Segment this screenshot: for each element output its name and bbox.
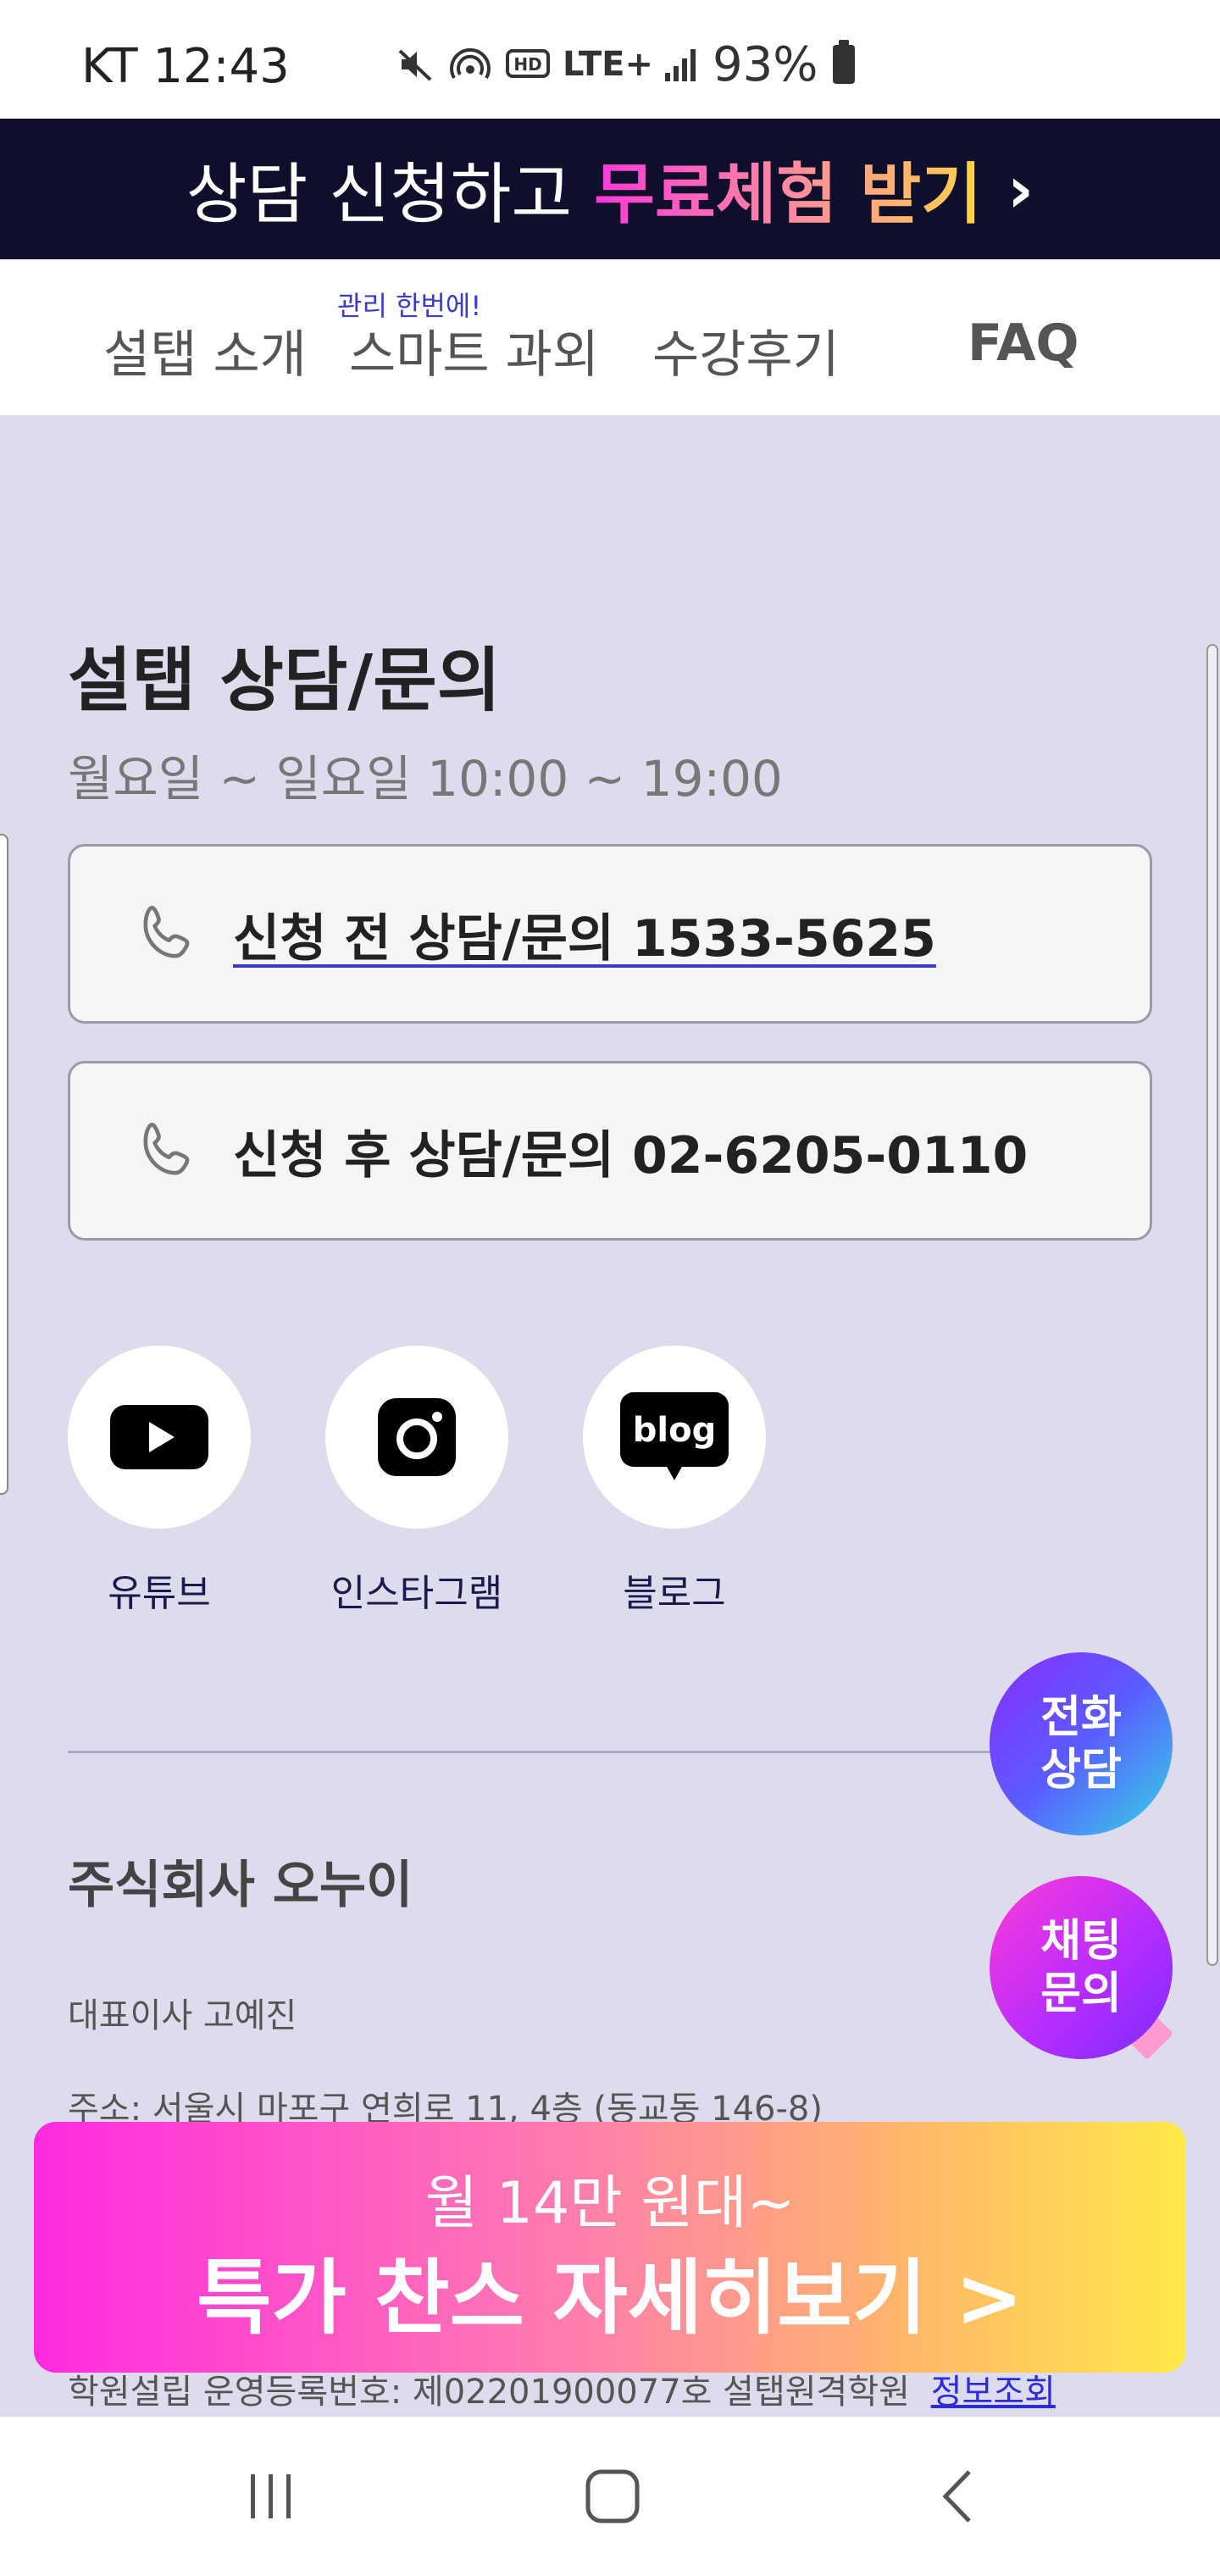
promo-price: 월 14만 원대~ xyxy=(424,2170,796,2237)
consult-hours: 월요일 ~ 일요일 10:00 ~ 19:00 xyxy=(68,750,783,808)
svg-text:blog: blog xyxy=(633,1411,716,1450)
mute-icon xyxy=(398,49,432,81)
nav-item-intro[interactable]: 설탭 소개 xyxy=(103,314,307,387)
phone-before-button[interactable]: 신청 전 상담/문의 1533-5625 xyxy=(68,844,1152,1024)
home-button[interactable] xyxy=(583,2462,642,2530)
call-consult-button[interactable]: 전화 상담 xyxy=(990,1652,1173,1835)
battery-level: 93% xyxy=(713,36,818,92)
blog-icon: blog xyxy=(620,1392,729,1480)
scrollbar[interactable] xyxy=(1206,644,1218,1966)
instagram-circle xyxy=(325,1346,508,1529)
blog-label: 블로그 xyxy=(623,1572,726,1615)
network-type: LTE+ xyxy=(563,45,653,84)
back-button[interactable] xyxy=(932,2462,983,2530)
battery-icon xyxy=(833,40,856,84)
youtube-label: 유튜브 xyxy=(108,1572,211,1615)
signal-icon xyxy=(665,47,696,81)
carrier-time: KT 12:43 xyxy=(81,39,290,94)
youtube-icon xyxy=(110,1405,208,1469)
chat-inquiry-button[interactable]: 채팅 문의 xyxy=(990,1876,1173,2059)
nav-item-faq[interactable]: FAQ xyxy=(968,314,1079,373)
registration-text: 학원설립 운영등록번호: 제02201900077호 설탭원격학원 xyxy=(68,2373,910,2412)
instagram-icon xyxy=(378,1398,456,1476)
chat-label-2: 문의 xyxy=(1040,1968,1122,2019)
special-offer-banner[interactable]: 월 14만 원대~ 특가 찬스 자세히보기 > xyxy=(34,2122,1186,2373)
social-blog[interactable]: blog 블로그 xyxy=(583,1346,766,1617)
chat-label-1: 채팅 xyxy=(1040,1916,1122,1967)
registration-link[interactable]: 정보조회 xyxy=(931,2373,1056,2412)
blog-circle: blog xyxy=(583,1346,766,1529)
recent-apps-icon xyxy=(251,2474,291,2518)
promo-cta: 특가 찬스 자세히보기 > xyxy=(197,2251,1023,2346)
main-nav: 관리 한번에! 설탭 소개 스마트 과외 수강후기 FAQ xyxy=(0,259,1220,415)
company-ceo: 대표이사 고예진 xyxy=(68,1996,297,2035)
phone-icon xyxy=(143,1122,190,1175)
phone-after-button[interactable]: 신청 후 상담/문의 02-6205-0110 xyxy=(68,1061,1152,1241)
phone-after-label: 신청 후 상담/문의 02-6205-0110 xyxy=(233,1125,1029,1185)
banner-prefix: 상담 신청하고 xyxy=(186,157,573,233)
consult-title: 설탭 상담/문의 xyxy=(68,641,502,721)
left-scroll-indicator xyxy=(0,834,8,1495)
social-instagram[interactable]: 인스타그램 xyxy=(325,1346,508,1617)
phone-before-label: 신청 전 상담/문의 1533-5625 xyxy=(233,908,936,969)
top-promo-banner[interactable]: 상담 신청하고 무료체험 받기 › xyxy=(0,119,1220,259)
system-nav-bar xyxy=(0,2417,1220,2576)
hd-call-icon: HD xyxy=(506,49,550,78)
status-bar: KT 12:43 HD LTE+ 93% xyxy=(0,0,1220,119)
hotspot-icon xyxy=(450,47,491,80)
back-icon xyxy=(942,2470,971,2523)
home-icon xyxy=(585,2469,640,2523)
banner-highlight: 무료체험 받기 xyxy=(594,142,982,236)
chevron-right-icon: › xyxy=(1006,151,1034,227)
recent-apps-button[interactable] xyxy=(246,2462,297,2530)
call-label-2: 상담 xyxy=(1040,1745,1122,1796)
call-label-1: 전화 xyxy=(1040,1692,1122,1743)
phone-icon xyxy=(143,905,190,958)
social-youtube[interactable]: 유튜브 xyxy=(68,1346,251,1617)
status-icons: HD LTE+ 93% xyxy=(395,36,856,92)
youtube-circle xyxy=(68,1346,251,1529)
nav-item-reviews[interactable]: 수강후기 xyxy=(652,314,840,387)
instagram-label: 인스타그램 xyxy=(330,1572,503,1615)
svg-text:HD: HD xyxy=(513,54,541,75)
company-name: 주식회사 오누이 xyxy=(68,1856,413,1915)
nav-item-smart[interactable]: 스마트 과외 xyxy=(349,314,599,387)
